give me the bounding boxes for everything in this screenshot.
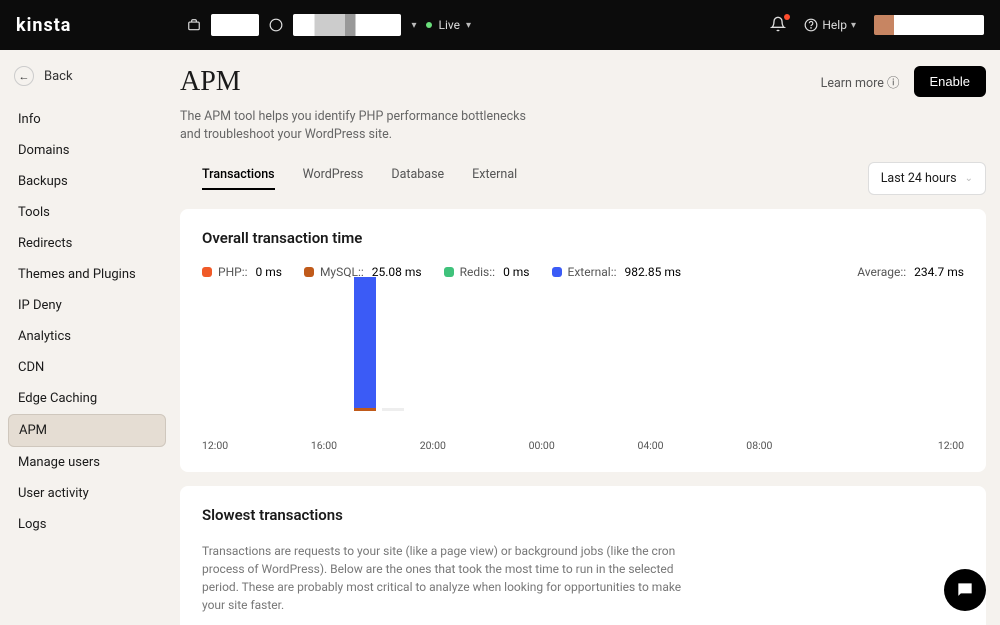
enable-button[interactable]: Enable (914, 66, 986, 97)
chart-legend: PHP:: 0 ms MySQL:: 25.08 ms Redis:: 0 ms… (202, 265, 964, 279)
legend-average: Average:: 234.7 ms (857, 265, 964, 279)
sidebar-item-tools[interactable]: Tools (8, 197, 166, 228)
legend-php: PHP:: 0 ms (202, 265, 282, 279)
sidebar-item-cdn[interactable]: CDN (8, 352, 166, 383)
x-tick: 00:00 (529, 439, 638, 452)
info-icon: ⓘ (887, 76, 900, 91)
x-tick: 12:00 (202, 439, 311, 452)
card-title: Overall transaction time (202, 229, 964, 247)
x-tick: 04:00 (637, 439, 746, 452)
site-selector[interactable] (293, 14, 401, 36)
x-tick: 16:00 (311, 439, 420, 452)
env-label: Live (438, 18, 459, 32)
chart-bar-slot (855, 285, 964, 423)
brand-logo[interactable]: kinsta (16, 15, 71, 36)
sidebar-item-themes-plugins[interactable]: Themes and Plugins (8, 259, 166, 290)
notifications-button[interactable] (770, 16, 786, 35)
content: APM The APM tool helps you identify PHP … (170, 50, 1000, 625)
company-icon (187, 18, 201, 32)
sidebar-item-user-activity[interactable]: User activity (8, 478, 166, 509)
tab-external[interactable]: External (472, 167, 517, 190)
topbar-context: ▾ Live ▾ (187, 14, 471, 36)
tabs: Transactions WordPress Database External (180, 167, 517, 190)
page-subtitle: The APM tool helps you identify PHP perf… (180, 108, 540, 144)
php-swatch-icon (202, 267, 212, 277)
page-title: APM (180, 66, 540, 98)
sidebar-item-apm[interactable]: APM (8, 414, 166, 447)
mysql-swatch-icon (304, 267, 314, 277)
wordpress-icon (269, 18, 283, 32)
legend-redis: Redis:: 0 ms (444, 265, 530, 279)
chevron-down-icon: ▾ (851, 20, 856, 31)
chart-bar-slot (202, 285, 311, 423)
sidebar-item-ip-deny[interactable]: IP Deny (8, 290, 166, 321)
chevron-down-icon: ▾ (466, 20, 471, 31)
x-tick: 12:00 (855, 439, 964, 452)
redis-swatch-icon (444, 267, 454, 277)
tabs-row: Transactions WordPress Database External… (180, 162, 986, 195)
chat-icon (955, 580, 975, 600)
sidebar-item-edge-caching[interactable]: Edge Caching (8, 383, 166, 414)
tab-wordpress[interactable]: WordPress (303, 167, 364, 190)
chart-bar-slot (311, 285, 420, 423)
account-avatar[interactable] (874, 15, 984, 35)
slowest-desc: Transactions are requests to your site (… (202, 542, 682, 614)
x-tick: 08:00 (746, 439, 855, 452)
overall-transaction-card: Overall transaction time PHP:: 0 ms MySQ… (180, 209, 986, 472)
time-range-dropdown[interactable]: Last 24 hours ⌄ (868, 162, 986, 195)
tab-transactions[interactable]: Transactions (202, 167, 275, 190)
sidebar: ← Back Info Domains Backups Tools Redire… (0, 50, 170, 625)
chart-bar-slot (529, 285, 638, 423)
chevron-down-icon: ⌄ (965, 173, 973, 184)
back-label: Back (44, 69, 73, 84)
card-title: Slowest transactions (202, 506, 964, 524)
chat-widget-button[interactable] (944, 569, 986, 611)
tab-database[interactable]: Database (391, 167, 444, 190)
learn-more-link[interactable]: Learn more ⓘ (821, 72, 900, 91)
topbar: kinsta ▾ Live ▾ Help ▾ (0, 0, 1000, 50)
sidebar-item-domains[interactable]: Domains (8, 135, 166, 166)
help-label: Help (822, 18, 847, 32)
live-dot-icon (426, 22, 432, 28)
back-button[interactable]: ← Back (8, 58, 166, 104)
transaction-chart (202, 285, 964, 435)
x-tick: 20:00 (420, 439, 529, 452)
notification-dot-icon (784, 14, 790, 20)
company-selector[interactable] (211, 14, 259, 36)
legend-external: External:: 982.85 ms (552, 265, 682, 279)
sidebar-item-analytics[interactable]: Analytics (8, 321, 166, 352)
sidebar-item-info[interactable]: Info (8, 104, 166, 135)
arrow-left-icon: ← (14, 66, 34, 86)
chart-bar-slot (746, 285, 855, 423)
chevron-down-icon: ▾ (411, 20, 416, 31)
chart-bar-slot (420, 285, 529, 423)
time-range-label: Last 24 hours (881, 171, 957, 186)
topbar-right: Help ▾ (770, 15, 984, 35)
help-menu[interactable]: Help ▾ (804, 18, 856, 32)
chart-x-axis: 12:0016:0020:0000:0004:0008:0012:00 (202, 439, 964, 452)
external-swatch-icon (552, 267, 562, 277)
sidebar-item-redirects[interactable]: Redirects (8, 228, 166, 259)
sidebar-item-logs[interactable]: Logs (8, 509, 166, 540)
chart-bar-slot (637, 285, 746, 423)
slowest-transactions-card: Slowest transactions Transactions are re… (180, 486, 986, 625)
page-header: APM The APM tool helps you identify PHP … (180, 66, 986, 144)
sidebar-item-backups[interactable]: Backups (8, 166, 166, 197)
sidebar-item-manage-users[interactable]: Manage users (8, 447, 166, 478)
environment-selector[interactable]: Live ▾ (426, 18, 471, 32)
sidebar-nav: Info Domains Backups Tools Redirects The… (8, 104, 166, 540)
